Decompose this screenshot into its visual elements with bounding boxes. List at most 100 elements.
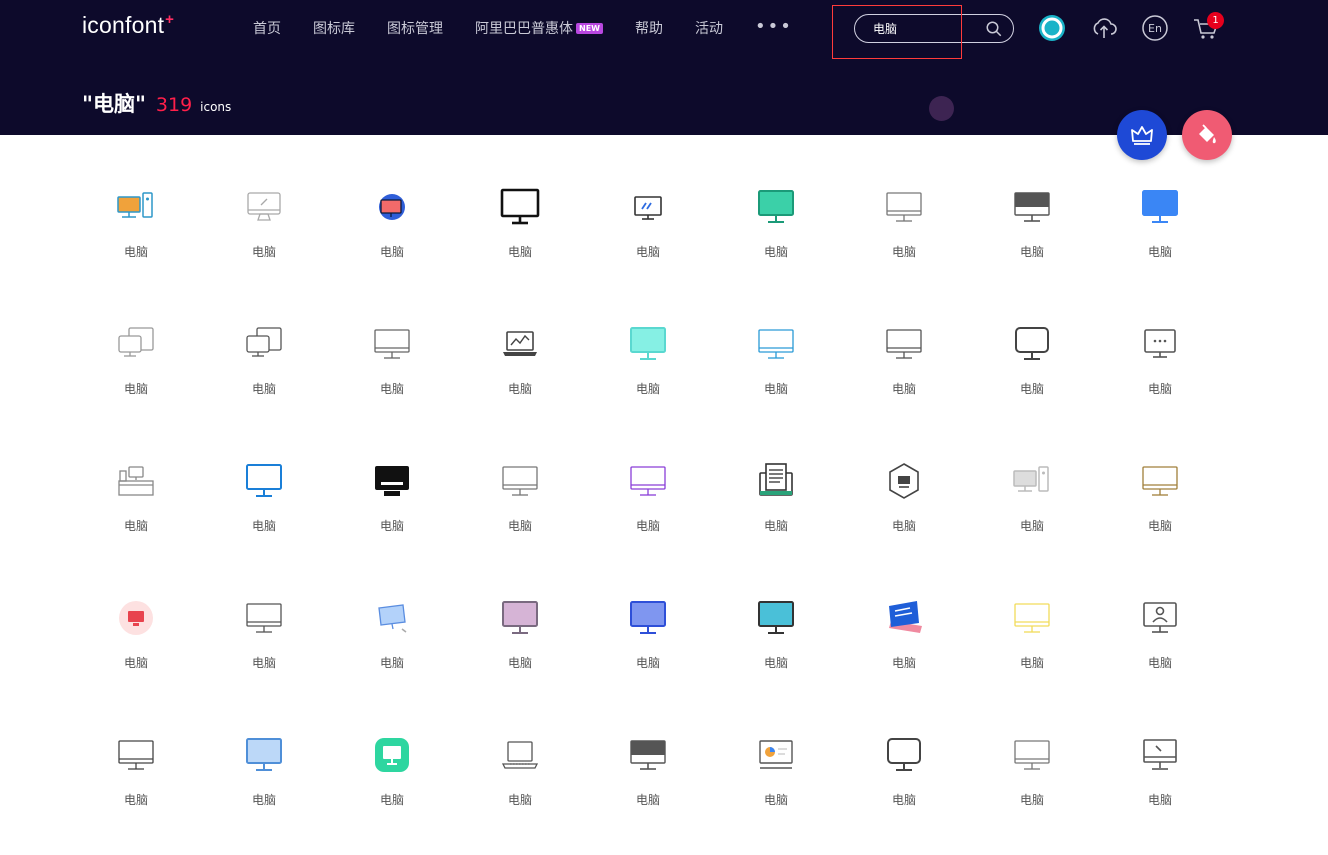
icon-card-label: 电脑 — [507, 519, 532, 533]
computer-icon — [374, 329, 410, 359]
icon-card[interactable]: 电脑 — [712, 170, 840, 307]
paint-bucket-icon — [1199, 124, 1216, 144]
nav-alibaba-font[interactable]: 阿里巴巴普惠体 NEW — [475, 18, 603, 38]
iconfont-logo[interactable]: iconfont+ — [82, 11, 175, 39]
icon-card-label: 电脑 — [251, 656, 276, 670]
computer-icon — [630, 740, 666, 770]
icon-card[interactable]: 电脑 — [968, 170, 1096, 307]
icon-card[interactable]: 电脑 — [456, 581, 584, 718]
computer-icon — [1015, 327, 1049, 360]
nav-icon-management[interactable]: 图标管理 — [387, 18, 443, 38]
computer-icon — [118, 327, 154, 357]
computer-icon — [889, 601, 922, 633]
icon-card[interactable]: 电脑 — [840, 307, 968, 444]
computer-icon — [630, 466, 666, 496]
icon-card[interactable]: 电脑 — [328, 444, 456, 581]
icon-card[interactable]: 电脑 — [584, 718, 712, 855]
icon-card[interactable]: 电脑 — [584, 581, 712, 718]
query-text: "电脑" — [82, 92, 146, 116]
icon-card[interactable]: 电脑 — [456, 307, 584, 444]
computer-icon — [630, 601, 666, 634]
computer-icon — [886, 329, 922, 359]
icon-card[interactable]: 电脑 — [712, 307, 840, 444]
icon-card[interactable]: 电脑 — [328, 307, 456, 444]
icon-card[interactable]: 电脑 — [200, 581, 328, 718]
computer-icon — [119, 601, 153, 635]
icon-card[interactable]: 电脑 — [840, 444, 968, 581]
computer-icon — [758, 190, 794, 223]
icon-card[interactable]: 电脑 — [584, 170, 712, 307]
icon-card[interactable]: 电脑 — [72, 718, 200, 855]
icon-card[interactable]: 电脑 — [968, 307, 1096, 444]
icon-card[interactable]: 电脑 — [584, 307, 712, 444]
computer-icon — [758, 329, 794, 359]
icon-card[interactable]: 电脑 — [72, 170, 200, 307]
computer-icon — [375, 738, 409, 772]
search-icon[interactable] — [985, 20, 1003, 38]
icon-card[interactable]: 电脑 — [200, 307, 328, 444]
nav-activities[interactable]: 活动 — [695, 18, 723, 38]
icon-card[interactable]: 电脑 — [968, 444, 1096, 581]
icon-card[interactable]: 电脑 — [1096, 307, 1224, 444]
computer-icon — [758, 601, 794, 634]
icon-card[interactable]: 电脑 — [968, 581, 1096, 718]
icon-card-label: 电脑 — [891, 382, 916, 396]
icon-card[interactable]: 电脑 — [72, 444, 200, 581]
icon-card-label: 电脑 — [1147, 382, 1172, 396]
icon-card[interactable]: 电脑 — [200, 170, 328, 307]
icon-card[interactable]: 电脑 — [840, 718, 968, 855]
computer-icon — [1143, 739, 1177, 770]
icon-card[interactable]: 电脑 — [1096, 444, 1224, 581]
icon-card-label: 电脑 — [635, 519, 660, 533]
language-icon[interactable]: En — [1141, 14, 1169, 42]
icon-card-label: 电脑 — [507, 245, 532, 259]
icon-card[interactable]: 电脑 — [840, 170, 968, 307]
icon-card-label: 电脑 — [1147, 245, 1172, 259]
search-input[interactable] — [873, 21, 983, 36]
icon-card[interactable]: 电脑 — [328, 581, 456, 718]
icon-card[interactable]: 电脑 — [1096, 170, 1224, 307]
icon-card-label: 电脑 — [507, 656, 532, 670]
icon-card[interactable]: 电脑 — [72, 307, 200, 444]
more-menu-icon[interactable]: ••• — [755, 16, 793, 37]
icon-card[interactable]: 电脑 — [328, 170, 456, 307]
icon-card-label: 电脑 — [379, 382, 404, 396]
brand-badge-icon[interactable] — [1038, 14, 1066, 42]
nav-help[interactable]: 帮助 — [635, 18, 663, 38]
icon-card-label: 电脑 — [635, 245, 660, 259]
icon-card[interactable]: 电脑 — [968, 718, 1096, 855]
vip-crown-button[interactable] — [1117, 110, 1167, 160]
icon-card[interactable]: 电脑 — [456, 718, 584, 855]
icon-card[interactable]: 电脑 — [200, 718, 328, 855]
logo-text: iconfont — [82, 12, 165, 38]
icon-card-label: 电脑 — [1147, 519, 1172, 533]
computer-icon — [501, 741, 539, 769]
computer-icon — [246, 327, 282, 357]
nav-home[interactable]: 首页 — [253, 18, 281, 38]
icon-card-label: 电脑 — [379, 519, 404, 533]
icon-card[interactable]: 电脑 — [1096, 718, 1224, 855]
icon-card[interactable]: 电脑 — [328, 718, 456, 855]
icon-card[interactable]: 电脑 — [456, 444, 584, 581]
icon-card[interactable]: 电脑 — [584, 444, 712, 581]
icon-card[interactable]: 电脑 — [456, 170, 584, 307]
computer-icon — [118, 466, 154, 496]
icon-card[interactable]: 电脑 — [712, 718, 840, 855]
new-badge: NEW — [576, 22, 603, 34]
icon-card[interactable]: 电脑 — [712, 444, 840, 581]
icon-card-label: 电脑 — [763, 245, 788, 259]
computer-icon — [886, 192, 922, 222]
crown-icon — [1131, 126, 1153, 145]
icon-card[interactable]: 电脑 — [200, 444, 328, 581]
nav-icon-library[interactable]: 图标库 — [313, 18, 355, 38]
icon-card[interactable]: 电脑 — [712, 581, 840, 718]
icon-card-label: 电脑 — [763, 382, 788, 396]
upload-cloud-icon[interactable] — [1090, 14, 1118, 42]
theme-paint-button[interactable] — [1182, 110, 1232, 160]
icon-card[interactable]: 电脑 — [840, 581, 968, 718]
icon-card[interactable]: 电脑 — [1096, 581, 1224, 718]
icon-card[interactable]: 电脑 — [72, 581, 200, 718]
icon-card-label: 电脑 — [123, 519, 148, 533]
search-field[interactable] — [854, 14, 1014, 43]
logo-plus: + — [165, 11, 175, 28]
